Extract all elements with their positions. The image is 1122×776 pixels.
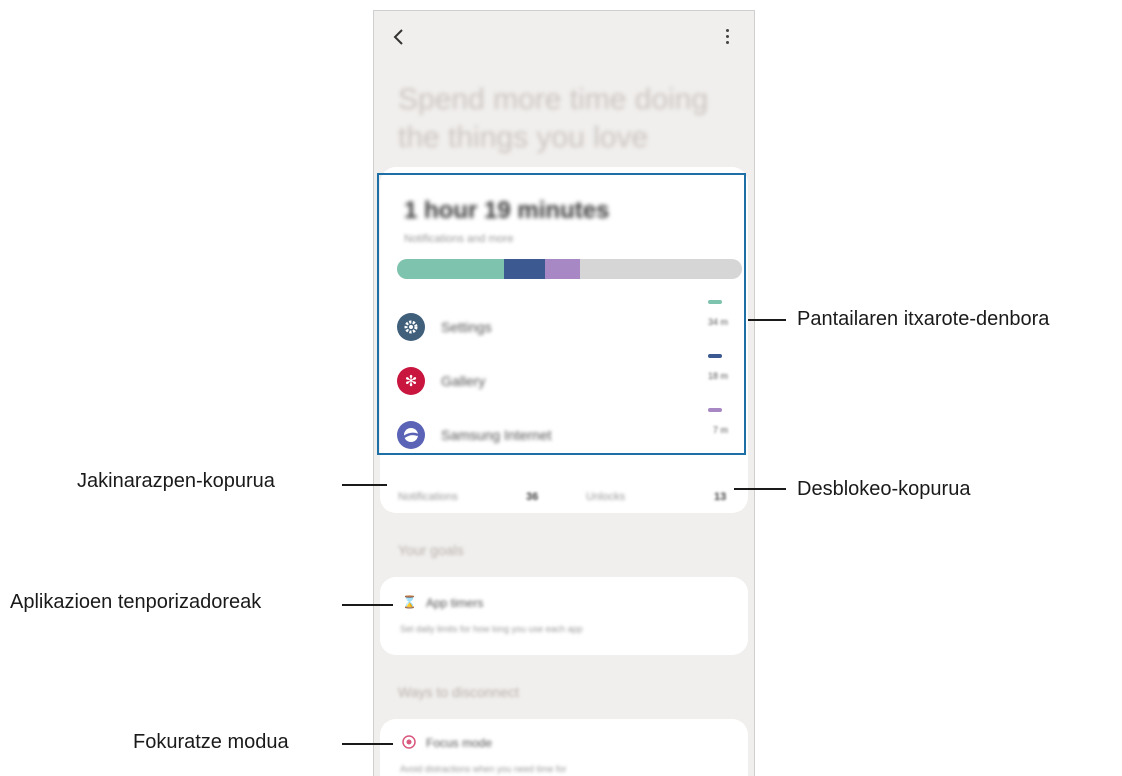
app-timers-title: App timers	[426, 596, 484, 610]
leader-line	[342, 604, 393, 606]
hourglass-icon: ⌛	[402, 595, 417, 609]
more-options-button[interactable]	[722, 27, 732, 49]
focus-mode-description: Avoid distractions when you need time fo…	[400, 764, 567, 774]
notifications-label: Notifications	[398, 491, 458, 503]
unlocks-count: 13	[714, 491, 727, 503]
leader-line	[748, 319, 786, 321]
page-headline: Spend more time doing the things you lov…	[398, 83, 709, 154]
more-vertical-icon	[725, 29, 729, 32]
goals-section-title: Your goals	[398, 542, 464, 558]
focus-mode-card[interactable]: Focus mode Avoid distractions when you n…	[380, 719, 748, 776]
callout-screen-time: Pantailaren itxarote-denbora	[797, 308, 1050, 330]
notifications-count: 36	[526, 491, 539, 503]
stats-row: Notifications 36 Unlocks 13	[380, 487, 748, 511]
callout-unlocks: Desblokeo-kopurua	[797, 478, 971, 500]
leader-line	[734, 488, 786, 490]
leader-line	[342, 484, 387, 486]
focus-mode-title: Focus mode	[426, 736, 493, 750]
disconnect-section-title: Ways to disconnect	[398, 684, 519, 700]
back-button[interactable]	[392, 27, 412, 49]
leader-line	[342, 743, 393, 745]
screen-time-highlight-box	[377, 173, 746, 455]
app-timers-description: Set daily limits for how long you use ea…	[400, 624, 583, 634]
top-app-bar	[374, 11, 754, 63]
unlocks-label: Unlocks	[586, 491, 626, 503]
callout-focus-mode: Fokuratze modua	[133, 731, 289, 753]
chevron-left-icon	[393, 29, 403, 45]
callout-app-timers: Aplikazioen tenporizadoreak	[10, 591, 262, 613]
callout-notifications: Jakinarazpen-kopurua	[77, 470, 275, 492]
app-timers-card[interactable]: ⌛ App timers Set daily limits for how lo…	[380, 577, 748, 655]
target-icon	[402, 735, 416, 752]
